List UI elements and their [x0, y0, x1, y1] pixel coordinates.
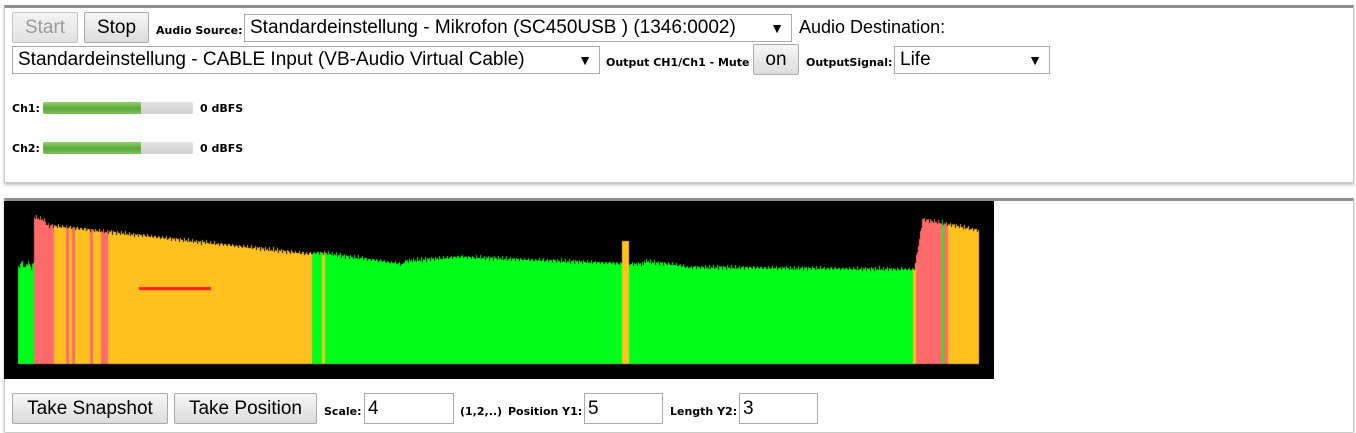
output-signal-value: Life	[900, 49, 931, 70]
scale-hint: (1,2,..)	[460, 405, 503, 418]
ch1-level-value: 0 dBFS	[200, 102, 244, 115]
output-mute-label: Output CH1/Ch1 - Mute	[606, 56, 750, 69]
position-y1-input[interactable]	[584, 393, 663, 424]
stop-button[interactable]: Stop	[84, 12, 149, 43]
waveform-display[interactable]	[4, 201, 994, 379]
audio-source-select[interactable]: Standardeinstellung - Mikrofon (SC450USB…	[244, 14, 792, 42]
ch2-label: Ch2:	[12, 142, 40, 155]
length-y2-label: Length Y2:	[670, 405, 738, 418]
ch2-level-value: 0 dBFS	[200, 142, 244, 155]
scale-input[interactable]	[364, 393, 454, 424]
mute-toggle-button[interactable]: on	[753, 44, 799, 75]
start-button[interactable]: Start	[12, 12, 78, 43]
chevron-down-icon: ▼	[770, 20, 784, 36]
output-signal-select[interactable]: Life ▼	[894, 46, 1050, 74]
audio-source-label: Audio Source:	[156, 24, 243, 37]
chevron-down-icon: ▼	[578, 52, 592, 68]
take-position-button[interactable]: Take Position	[174, 393, 317, 424]
ch1-label: Ch1:	[12, 102, 40, 115]
ch1-level-meter	[43, 102, 193, 114]
chevron-down-icon: ▼	[1028, 52, 1042, 68]
ch1-level-fill	[43, 102, 141, 114]
ch2-level-fill	[43, 142, 141, 154]
audio-source-value: Standardeinstellung - Mikrofon (SC450USB…	[250, 17, 736, 38]
output-signal-label: OutputSignal:	[806, 56, 893, 69]
audio-destination-value: Standardeinstellung - CABLE Input (VB-Au…	[18, 49, 525, 70]
position-y1-label: Position Y1:	[508, 405, 583, 418]
scale-label: Scale:	[324, 405, 362, 418]
length-y2-input[interactable]	[739, 393, 818, 424]
audio-destination-label: Audio Destination:	[799, 17, 946, 37]
take-snapshot-button[interactable]: Take Snapshot	[12, 393, 168, 424]
audio-destination-select[interactable]: Standardeinstellung - CABLE Input (VB-Au…	[12, 46, 600, 74]
ch2-level-meter	[43, 142, 193, 154]
